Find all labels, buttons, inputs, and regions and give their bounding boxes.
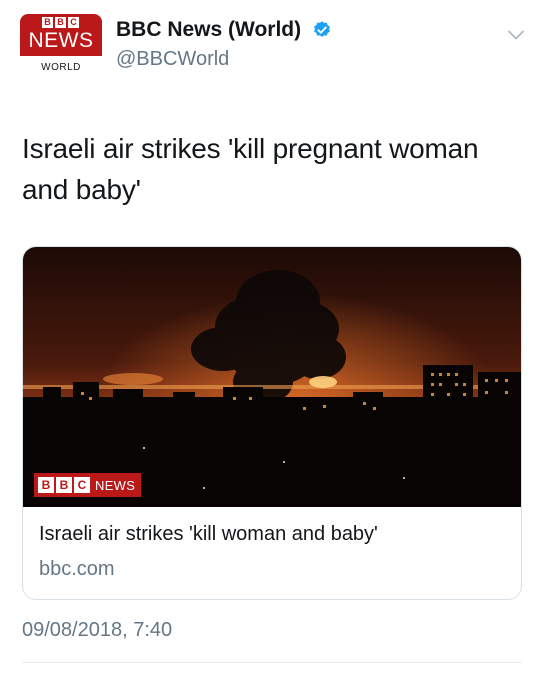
badge-text: NEWS (95, 477, 136, 493)
divider (22, 662, 522, 663)
tweet-text: Israeli air strikes 'kill pregnant woman… (22, 133, 479, 205)
card-title[interactable]: Israeli air strikes 'kill woman and baby… (39, 523, 378, 546)
logo-world-word: WORLD (41, 62, 81, 73)
bbc-letter-row: B B C (42, 17, 79, 28)
chevron-down-icon[interactable] (508, 30, 524, 40)
bbc-letter: B (55, 17, 66, 28)
bbc-news-logo: B B C NEWS (20, 14, 102, 56)
card-image[interactable] (23, 247, 521, 507)
card-domain[interactable]: bbc.com (39, 558, 115, 581)
bbc-letter: B (42, 17, 53, 28)
avatar[interactable]: B B C NEWS WORLD (20, 12, 102, 74)
badge-letter: B (38, 477, 54, 493)
verified-badge-icon (313, 21, 330, 37)
tweet-timestamp[interactable]: 09/08/2018, 7:40 (22, 619, 172, 642)
link-card[interactable]: B B C NEWS Israeli air strikes 'kill wom… (22, 246, 522, 600)
account-handle[interactable]: @BBCWorld (116, 48, 332, 71)
display-name[interactable]: BBC News (World) (116, 18, 301, 42)
tweet-header: B B C NEWS WORLD BBC News (World) @BBCWo… (20, 12, 530, 74)
card-bbc-news-badge: B B C NEWS (34, 473, 142, 497)
account-name-block[interactable]: BBC News (World) @BBCWorld (116, 18, 332, 71)
bbc-letter: C (68, 17, 79, 28)
badge-letter: B (56, 477, 72, 493)
logo-news-word: NEWS (28, 29, 94, 52)
badge-letter: C (74, 477, 90, 493)
